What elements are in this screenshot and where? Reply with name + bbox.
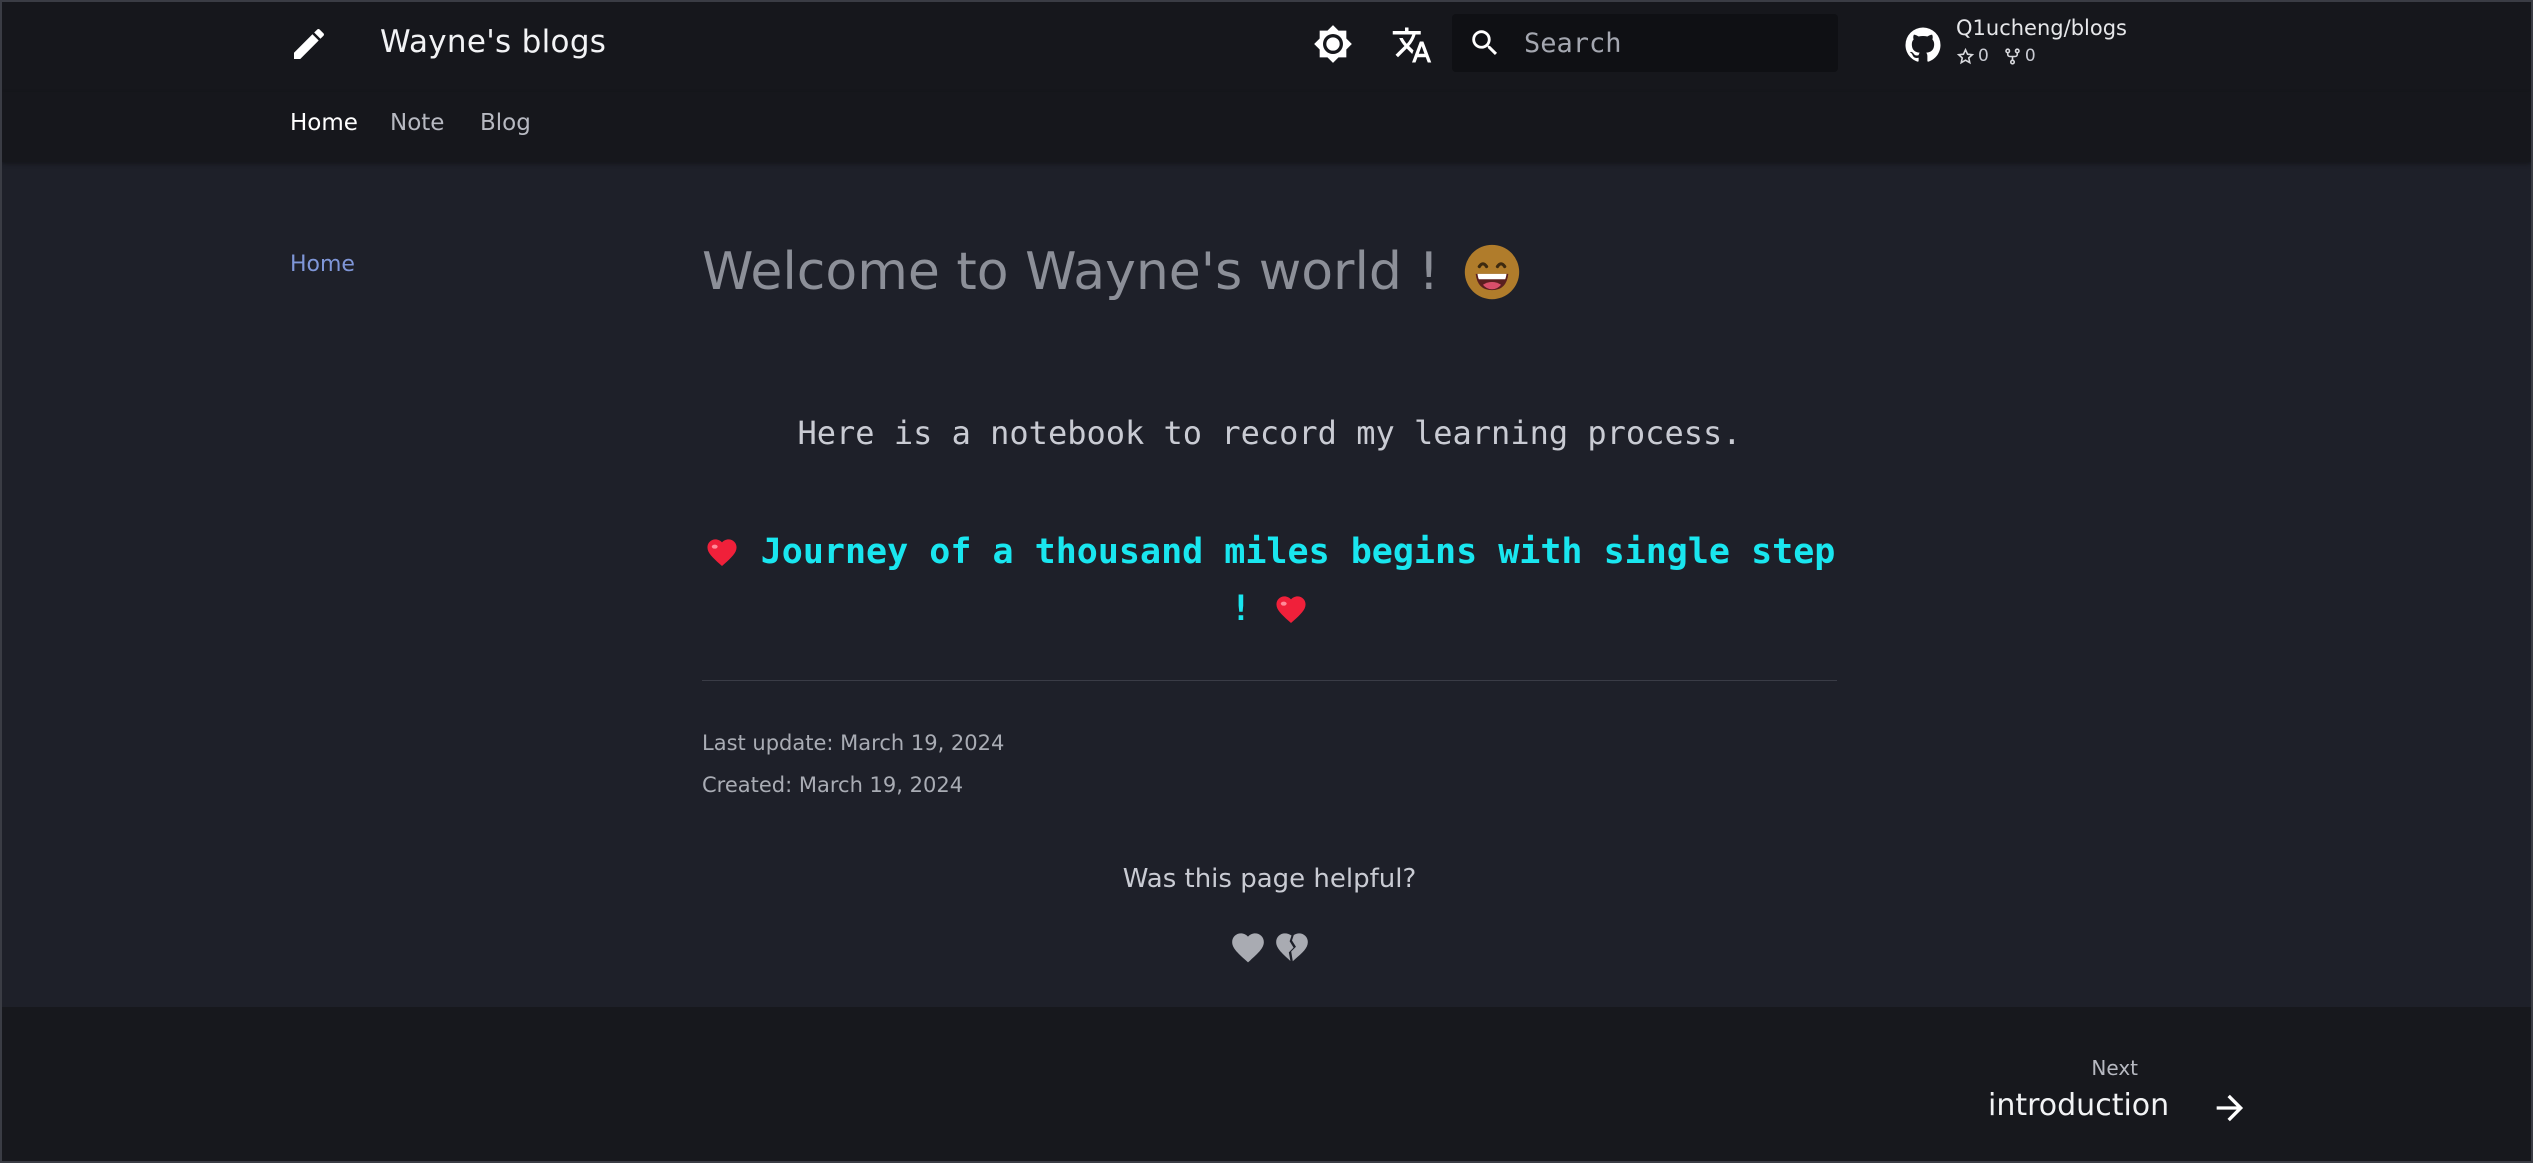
grinning-face-icon [1465, 244, 1520, 300]
repo-stars: 0 [1956, 46, 1989, 66]
repo-name: Q1ucheng/blogs [1956, 16, 2127, 40]
search-icon [1472, 30, 1498, 56]
next-label: Next [2091, 1056, 2138, 1080]
search-input[interactable] [1524, 14, 1824, 72]
page-title: Welcome to Wayne's world ! [702, 242, 1521, 302]
last-update: Last update: March 19, 2024 [702, 731, 1005, 755]
stars-count: 0 [1978, 46, 1989, 66]
sidebar-item-home[interactable]: Home [290, 252, 355, 277]
tabs-bar [2, 92, 2531, 162]
heart-icon[interactable] [1229, 928, 1267, 964]
quote-block: Journey of a thousand miles begins with … [702, 524, 1837, 638]
search-box[interactable] [1452, 14, 1838, 72]
next-title: introduction [1988, 1088, 2170, 1123]
feedback-question: Was this page helpful? [1122, 864, 1417, 894]
intro-text: Here is a notebook to record my learning… [797, 414, 1742, 452]
tab-note[interactable]: Note [390, 110, 444, 136]
forks-count: 0 [2024, 46, 2036, 66]
page: Wayne's blogs Q1ucheng/blogs 0 0 Home N [0, 0, 2533, 1163]
github-icon [1905, 27, 1941, 62]
heart-icon [707, 539, 737, 567]
site-title[interactable]: Wayne's blogs [380, 24, 606, 60]
star-icon [1956, 47, 1975, 64]
broken-heart-icon[interactable] [1273, 928, 1311, 964]
repo-facts: 0 0 [1956, 46, 2036, 66]
created-date: Created: March 19, 2024 [702, 773, 964, 797]
brightness-icon[interactable] [1313, 24, 1353, 64]
pencil-icon[interactable] [288, 24, 330, 64]
tab-blog[interactable]: Blog [480, 110, 531, 136]
next-page-link[interactable]: Next introduction [1982, 1052, 2262, 1132]
arrow-right-icon [2216, 1094, 2244, 1122]
tab-home[interactable]: Home [290, 110, 358, 136]
heart-icon [1276, 596, 1306, 624]
translate-icon[interactable] [1391, 24, 1433, 66]
repo-forks: 0 [2003, 46, 2036, 66]
github-repo-link[interactable]: Q1ucheng/blogs 0 0 [1902, 16, 2202, 76]
page-title-text: Welcome to Wayne's world ! [702, 242, 1440, 302]
divider [702, 680, 1837, 681]
fork-icon [2005, 47, 2020, 65]
